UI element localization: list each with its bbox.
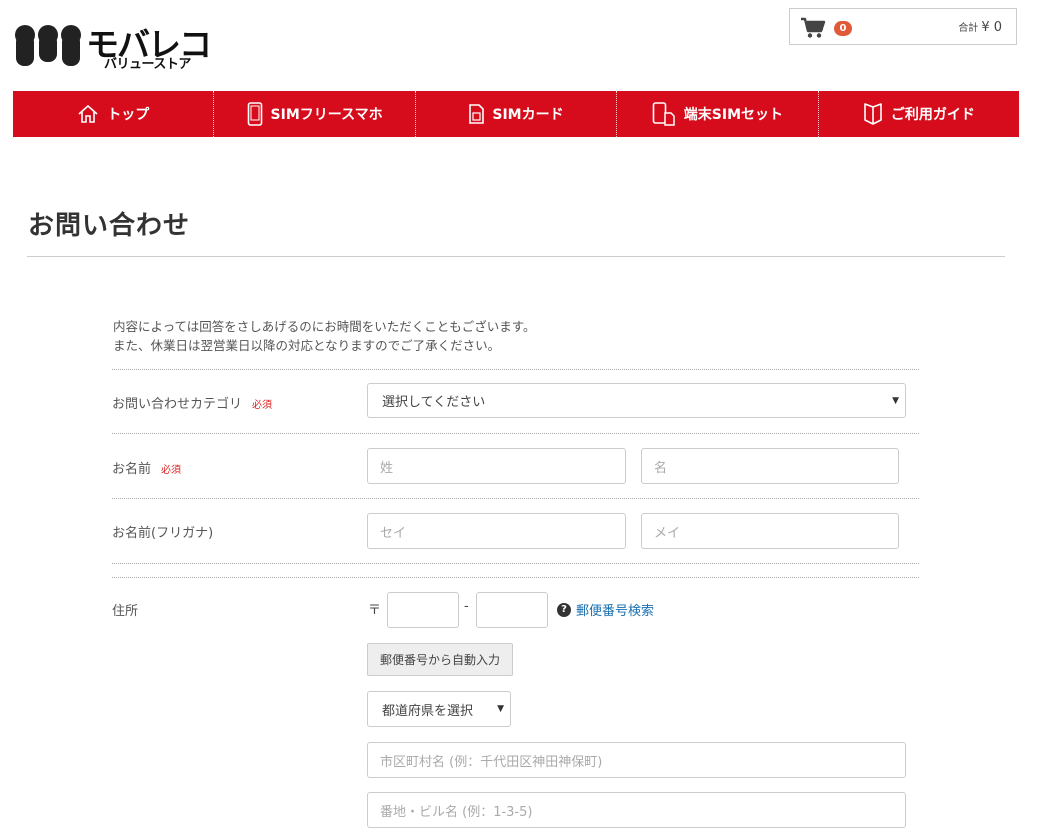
dropdown-arrow-icon: ▼ bbox=[892, 395, 899, 406]
city-placeholder: 市区町村名 (例：千代田区神田神保町) bbox=[380, 754, 603, 770]
first-name-input[interactable]: 名 bbox=[641, 448, 899, 484]
street-placeholder: 番地・ビル名 (例：1-3-5) bbox=[380, 804, 533, 820]
category-label-text: お問い合わせカテゴリ bbox=[112, 397, 243, 412]
cart-total-label: 合計 bbox=[958, 23, 979, 34]
device-sim-set-icon bbox=[652, 102, 675, 126]
main-nav: トップ SIMフリースマホ SIMカード 端末SIMセット ご利用ガイド bbox=[13, 91, 1019, 137]
cart-total: 合計 ¥ 0 bbox=[958, 19, 1002, 35]
nav-label-sim-card: SIMカード bbox=[492, 107, 564, 123]
category-select[interactable]: 選択してください ▼ bbox=[367, 383, 906, 418]
page-title: お問い合わせ bbox=[28, 211, 191, 241]
form-divider bbox=[112, 433, 919, 434]
category-select-value: 選択してください bbox=[382, 395, 486, 410]
city-input[interactable]: 市区町村名 (例：千代田区神田神保町) bbox=[367, 742, 906, 778]
site-logo[interactable]: モバレコ バリューストア bbox=[12, 20, 212, 72]
name-label: お名前 必須 bbox=[112, 458, 181, 477]
nav-label-top: トップ bbox=[107, 107, 150, 123]
zip-search-link[interactable]: 郵便番号検索 bbox=[576, 600, 654, 619]
guide-book-icon bbox=[864, 103, 882, 125]
prefecture-select[interactable]: 都道府県を選択 ▼ bbox=[367, 691, 511, 727]
nav-item-device-sim-set[interactable]: 端末SIMセット bbox=[617, 91, 819, 137]
nav-item-guide[interactable]: ご利用ガイド bbox=[819, 91, 1019, 137]
form-divider bbox=[112, 498, 919, 499]
address-label: 住所 bbox=[112, 604, 139, 619]
first-name-placeholder: 名 bbox=[654, 460, 668, 476]
smartphone-icon bbox=[247, 102, 262, 126]
nav-label-device-sim-set: 端末SIMセット bbox=[683, 107, 784, 123]
cart-summary[interactable]: 0 合計 ¥ 0 bbox=[789, 8, 1017, 45]
intro-text: 内容によっては回答をさしあげるのにお時間をいただくこともございます。 また、休業… bbox=[113, 317, 536, 355]
nav-item-sim-card[interactable]: SIMカード bbox=[416, 91, 618, 137]
intro-line-2: また、休業日は翌営業日以降の対応となりますのでご了承ください。 bbox=[113, 338, 501, 353]
sim-card-icon bbox=[469, 104, 485, 124]
last-name-kana-placeholder: セイ bbox=[380, 525, 407, 541]
logo-subtext: バリューストア bbox=[104, 57, 191, 72]
form-divider bbox=[112, 369, 919, 370]
logo-mark-icon bbox=[15, 25, 81, 66]
title-divider bbox=[27, 256, 1005, 257]
street-input[interactable]: 番地・ビル名 (例：1-3-5) bbox=[367, 792, 906, 828]
name-label-text: お名前 bbox=[112, 462, 152, 477]
form-divider bbox=[112, 577, 919, 578]
zip-code-first-input[interactable] bbox=[387, 592, 459, 628]
last-name-input[interactable]: 姓 bbox=[367, 448, 626, 484]
intro-line-1: 内容によっては回答をさしあげるのにお時間をいただくこともございます。 bbox=[113, 319, 536, 334]
cart-icon bbox=[801, 17, 826, 38]
required-badge: 必須 bbox=[161, 465, 182, 476]
nav-item-sim-free-phone[interactable]: SIMフリースマホ bbox=[214, 91, 416, 137]
category-label: お問い合わせカテゴリ 必須 bbox=[112, 393, 272, 412]
zip-autofill-button[interactable]: 郵便番号から自動入力 bbox=[367, 643, 513, 676]
cart-total-value: ¥ 0 bbox=[981, 20, 1002, 35]
dropdown-arrow-icon: ▼ bbox=[497, 704, 504, 714]
first-name-kana-placeholder: メイ bbox=[654, 525, 681, 541]
last-name-kana-input[interactable]: セイ bbox=[367, 513, 626, 549]
nav-label-guide: ご利用ガイド bbox=[890, 107, 975, 123]
zip-separator: - bbox=[464, 599, 469, 614]
zip-code-second-input[interactable] bbox=[476, 592, 548, 628]
cart-count-badge: 0 bbox=[834, 21, 852, 36]
kana-label: お名前(フリガナ) bbox=[112, 526, 214, 541]
nav-item-top[interactable]: トップ bbox=[13, 91, 215, 137]
home-icon bbox=[78, 104, 98, 123]
first-name-kana-input[interactable]: メイ bbox=[641, 513, 899, 549]
prefecture-select-value: 都道府県を選択 bbox=[382, 703, 474, 719]
last-name-placeholder: 姓 bbox=[380, 460, 394, 476]
required-badge: 必須 bbox=[252, 400, 273, 411]
form-divider bbox=[112, 563, 919, 564]
postal-mark: 〒 bbox=[368, 603, 382, 618]
help-icon[interactable]: ? bbox=[557, 603, 571, 617]
nav-label-sim-free-phone: SIMフリースマホ bbox=[270, 107, 383, 123]
